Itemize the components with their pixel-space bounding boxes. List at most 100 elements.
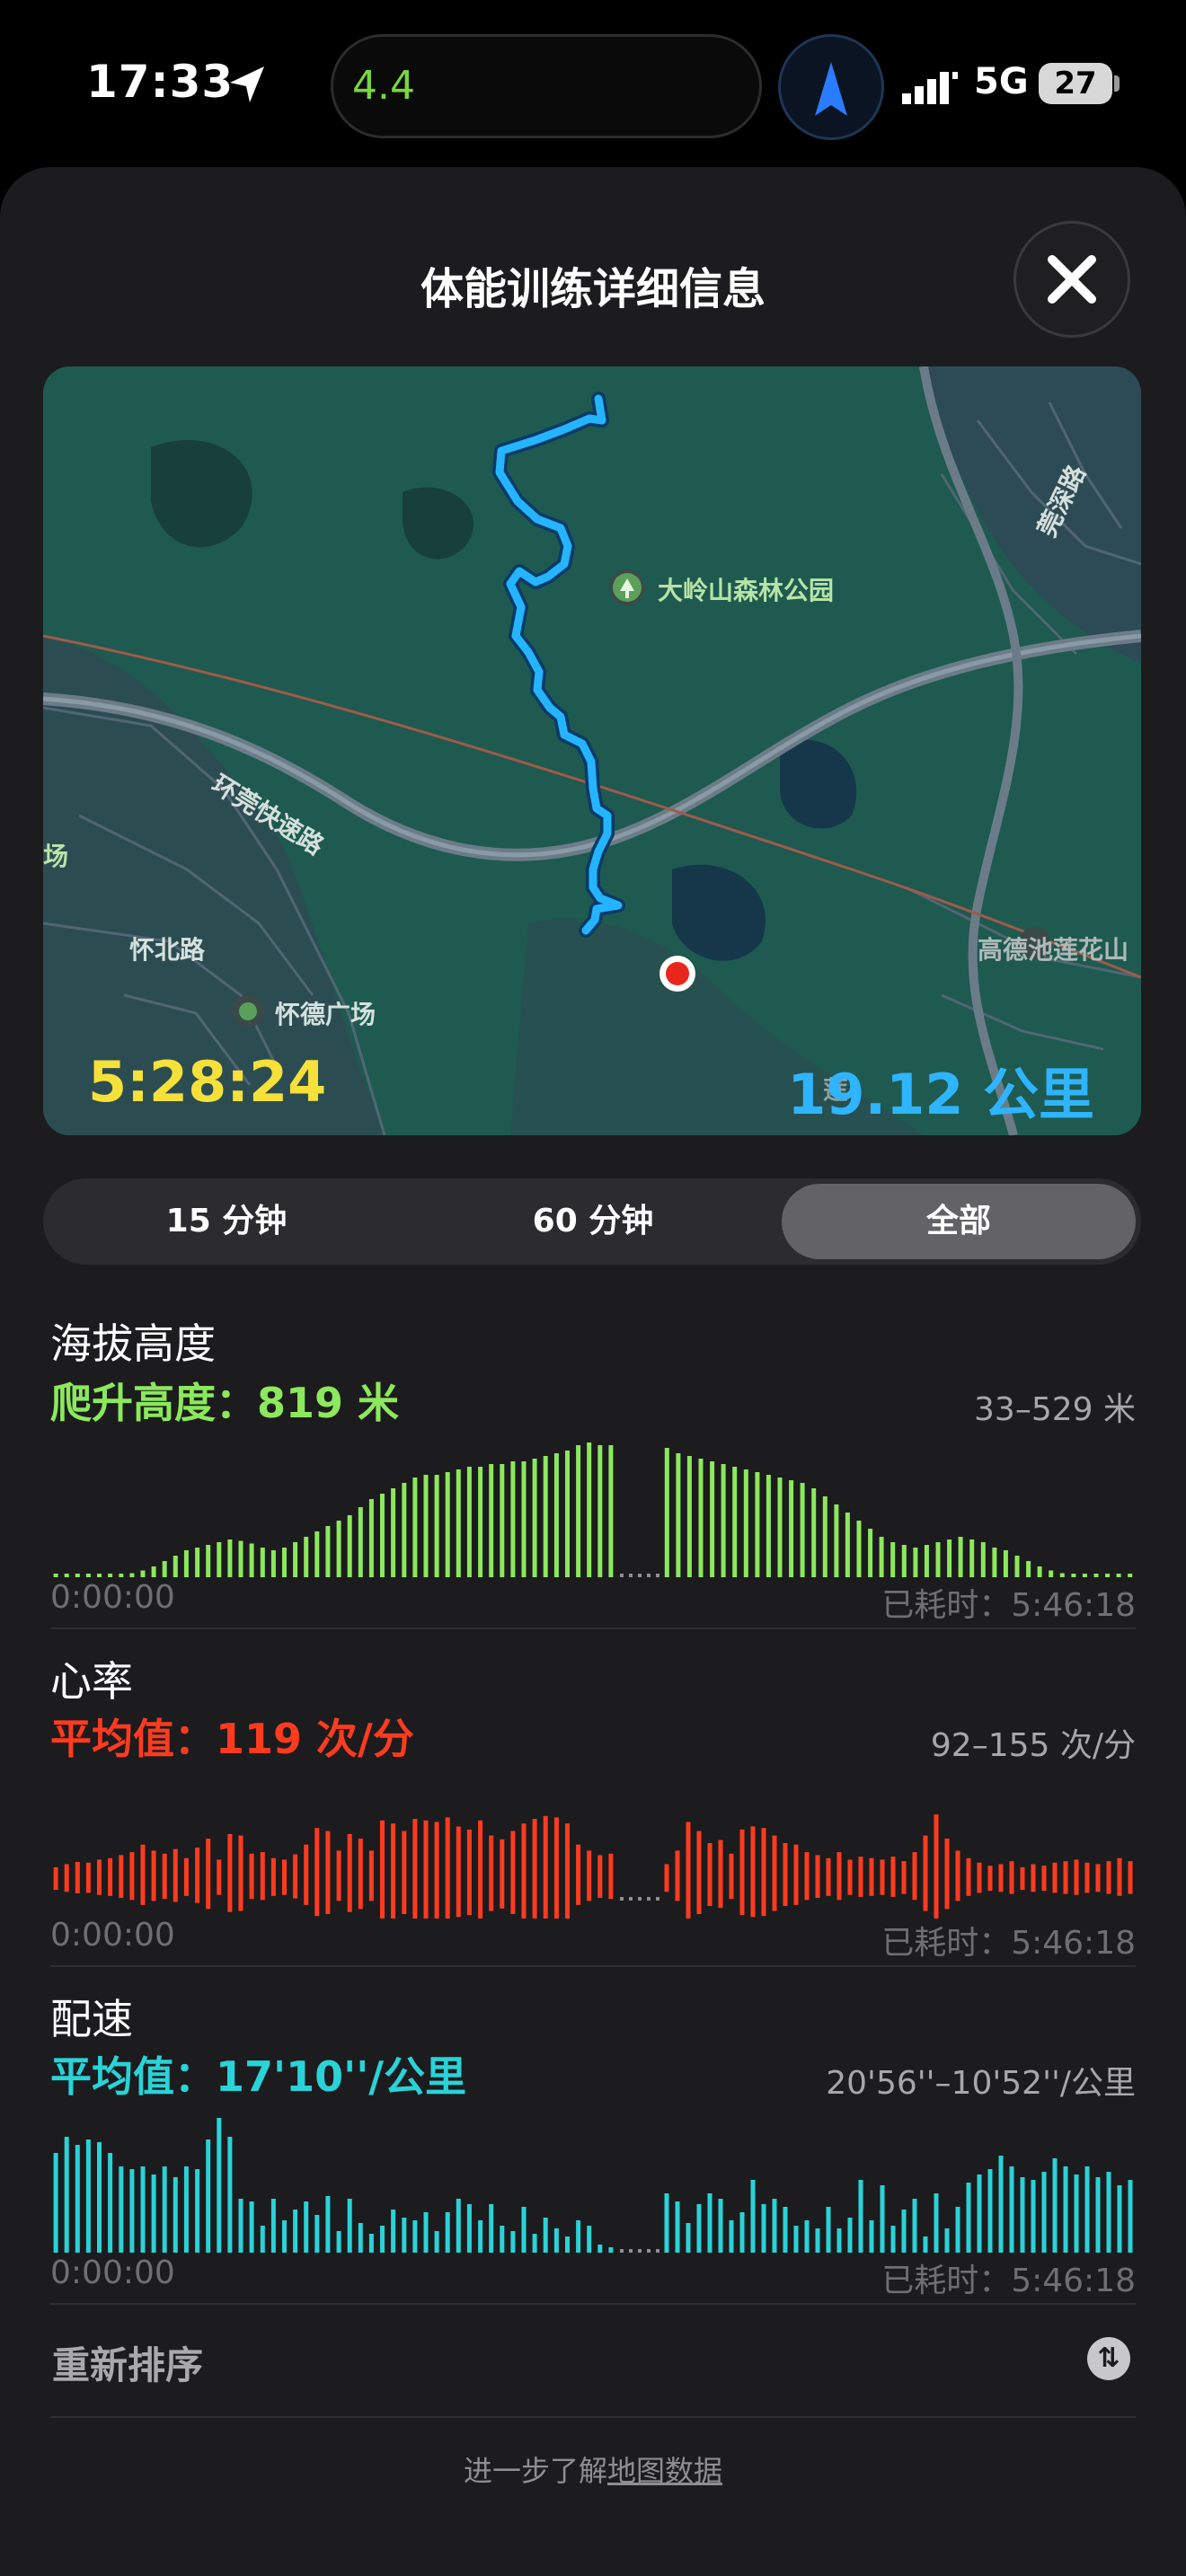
chart-bar [510, 2231, 516, 2253]
chart-bar [836, 1852, 842, 1901]
segment-all[interactable]: 全部 [782, 1184, 1136, 1259]
chart-bar [597, 1445, 603, 1577]
chart-bar [924, 1545, 929, 1577]
map-label-plaza[interactable]: 怀德广场 [275, 995, 376, 1031]
chart-bar [804, 1852, 810, 1901]
chart-bar [456, 1826, 461, 1918]
chart-bar [282, 2220, 287, 2253]
chart-bar [977, 1862, 982, 1893]
chart-bar [478, 2220, 483, 2253]
chart-bar [129, 2169, 135, 2253]
map-data-link[interactable]: 地图数据 [607, 2454, 722, 2488]
chart-bar [783, 1843, 788, 1906]
chart-bar [696, 1831, 702, 1914]
chart-bar [901, 1861, 907, 1894]
chart-gap-dot [620, 2249, 624, 2253]
close-icon [1048, 255, 1096, 304]
chart-bar [380, 2226, 385, 2253]
location-arrow-icon [230, 66, 264, 102]
close-button[interactable] [1013, 221, 1130, 338]
chart-bar [664, 1448, 669, 1577]
chart-bar [108, 1857, 113, 1896]
workout-distance: 19.12 公里 [787, 1062, 1094, 1127]
chart-bar [500, 2226, 505, 2253]
chart-bar [675, 1850, 680, 1901]
chart-bar [958, 1537, 963, 1577]
chart-bar [553, 2228, 559, 2253]
chart-bar [108, 1574, 113, 1577]
chart-bar [358, 1839, 363, 1910]
chart-bar [815, 1855, 820, 1898]
time-range-segmented-control: 15 分钟 60 分钟 全部 [43, 1178, 1141, 1265]
chart-bar [260, 1548, 265, 1577]
chart-bar [195, 1848, 200, 1903]
chart-bar [912, 2199, 917, 2253]
chart-bar [183, 2166, 189, 2253]
footer-text: 进一步了解 [463, 2454, 607, 2488]
chart-bar [53, 2153, 58, 2253]
island-value: 4.4 [352, 63, 415, 109]
chart-bar [565, 1823, 570, 1919]
chart-bar [140, 1844, 146, 1905]
chart-bar [750, 2180, 756, 2253]
elevation-chart[interactable] [50, 1437, 1136, 1581]
heart-rate-average: 平均值：119 次/分 [50, 1715, 414, 1763]
reorder-button[interactable]: 重新排序 [52, 2335, 203, 2390]
chart-bar [1052, 2158, 1058, 2253]
navigation-activity[interactable] [778, 34, 884, 140]
chart-bar [676, 1453, 681, 1577]
chart-gap-dot [629, 1897, 633, 1901]
chart-bar [587, 1850, 592, 1901]
chart-bar [992, 1548, 997, 1577]
chart-bar [869, 1857, 874, 1896]
chart-bar [980, 1542, 986, 1577]
chart-bar [434, 1475, 439, 1577]
chart-bar [1128, 2180, 1133, 2253]
chart-bar [729, 2220, 734, 2253]
chart-bar [944, 1839, 950, 1910]
chart-bar [869, 2220, 874, 2253]
chart-bar [140, 2166, 146, 2253]
chart-gap-dot [638, 1574, 642, 1577]
chart-bar [707, 1843, 712, 1906]
chart-bar [119, 2166, 124, 2253]
chart-bar [1049, 1570, 1054, 1577]
chart-gap-dot [656, 2249, 659, 2253]
chart-bar [1063, 1861, 1068, 1894]
chart-bar [423, 2212, 429, 2253]
chart-bar [987, 2169, 993, 2253]
chart-bar [901, 1545, 907, 1577]
route-map[interactable]: 大岭山森林公园 环莞快速路 怀北路 怀德广场 高德池莲花山 莞深路 场 莲 5:… [43, 366, 1141, 1135]
chart-bar [977, 2175, 982, 2253]
chart-bar [935, 1542, 941, 1577]
heart-rate-start-time: 0:00:00 [50, 1917, 175, 1954]
chart-bar [227, 1833, 233, 1912]
chart-bar [456, 1469, 461, 1577]
chart-bar [314, 1531, 320, 1577]
chart-gap-dot [647, 1897, 651, 1901]
chart-bar [173, 2177, 178, 2253]
chart-bar [64, 1574, 69, 1577]
segment-15-minutes[interactable]: 15 分钟 [43, 1178, 410, 1265]
elevation-title: 海拔高度 [50, 1319, 216, 1368]
chart-bar [336, 1850, 341, 1901]
chart-gap-dot [638, 2249, 642, 2253]
chart-bar [347, 2199, 352, 2253]
chart-bar [1041, 2172, 1047, 2253]
chart-bar [478, 1820, 483, 1919]
chart-bar [227, 1539, 233, 1577]
heart-rate-chart[interactable] [50, 1775, 1136, 1919]
chart-bar [336, 2231, 341, 2253]
pace-chart[interactable] [50, 2113, 1136, 2256]
chart-bar [206, 1545, 211, 1577]
chart-bar [739, 1829, 745, 1916]
chart-bar [489, 1835, 494, 1911]
segment-60-minutes[interactable]: 60 分钟 [410, 1178, 776, 1265]
reorder-icon[interactable]: ⇅ [1087, 2337, 1130, 2380]
chart-bar [500, 1839, 505, 1909]
map-label-park[interactable]: 大岭山森林公园 [658, 571, 834, 607]
chart-bar [270, 1857, 276, 1896]
chart-bar [686, 2223, 691, 2253]
chart-bar [858, 1857, 863, 1897]
chart-bar [597, 1855, 603, 1898]
